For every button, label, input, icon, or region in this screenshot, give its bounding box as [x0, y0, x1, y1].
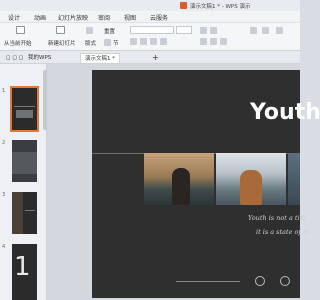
menu-bar: 设计 动画 幻灯片放映 审阅 视图 云服务	[0, 11, 300, 23]
align-left-icon[interactable]	[200, 38, 207, 45]
slide-bottom-rule	[176, 281, 240, 282]
italic-icon[interactable]	[140, 38, 147, 45]
menu-review[interactable]: 审阅	[98, 13, 110, 22]
section-icon[interactable]	[104, 39, 111, 46]
section-button[interactable]: 节	[113, 39, 119, 47]
font-name-field[interactable]	[130, 26, 174, 34]
slide-title: Youth	[250, 100, 320, 125]
new-slide-icon[interactable]	[56, 26, 65, 34]
slide-quote-line2: it is a state of m	[256, 228, 310, 236]
document-tab-bar: ◻ ◻ ◻ 我的WPS 演示文稿1 * +	[0, 51, 300, 64]
numbering-icon[interactable]	[210, 27, 217, 34]
layout-icon[interactable]	[86, 27, 93, 34]
slide-thumbnail-4[interactable]: 1	[12, 244, 37, 300]
align-center-icon[interactable]	[210, 38, 217, 45]
menu-cloud[interactable]: 云服务	[150, 13, 168, 22]
align-right-icon[interactable]	[220, 38, 227, 45]
menu-design[interactable]: 设计	[8, 13, 20, 22]
strikethrough-icon[interactable]	[160, 38, 167, 45]
text-direction-icon[interactable]	[250, 27, 257, 34]
person-backpack	[240, 170, 262, 205]
menu-slideshow[interactable]: 幻灯片放映	[58, 13, 88, 22]
bold-icon[interactable]	[130, 38, 137, 45]
thumb-line	[14, 106, 35, 107]
ribbon-toolbar: 从当前开始 新建幻灯片 版式 节 重置	[0, 23, 300, 51]
title-bar: 演示文稿1 * - WPS 演示	[0, 0, 300, 11]
headphones-icon	[255, 276, 265, 286]
slide-thumbnail-3[interactable]	[12, 192, 37, 234]
new-slide-button[interactable]: 新建幻灯片	[48, 39, 76, 47]
menu-view[interactable]: 视图	[124, 13, 136, 22]
line-spacing-icon[interactable]	[262, 27, 269, 34]
tab-document[interactable]: 演示文稿1 *	[80, 53, 120, 63]
tab-my-wps[interactable]: 我的WPS	[24, 53, 55, 63]
thumbnail-number: 1	[2, 88, 6, 94]
slide-thumbnail-1[interactable]	[10, 86, 39, 132]
slide-thumbnail-2[interactable]	[12, 140, 37, 182]
thumbnail-number: 4	[2, 244, 6, 250]
start-from-current-button[interactable]: 从当前开始	[4, 39, 32, 47]
slide-photo-3	[288, 153, 300, 205]
bullets-icon[interactable]	[200, 27, 207, 34]
wps-app-icon	[180, 2, 187, 9]
window-title: 演示文稿1 * - WPS 演示	[190, 4, 251, 10]
slide-quote-line1: Youth is not a tim	[248, 214, 306, 222]
owl-icon	[280, 276, 290, 286]
reset-button[interactable]: 重置	[104, 27, 115, 35]
thumbnail-number: 2	[2, 140, 6, 146]
thumb-photo	[12, 152, 37, 174]
font-size-field[interactable]	[176, 26, 192, 34]
underline-icon[interactable]	[150, 38, 157, 45]
thumb-line	[25, 210, 35, 211]
thumb-photo	[12, 192, 23, 234]
paragraph-icon[interactable]	[276, 27, 283, 34]
thumb-photo-strip	[16, 110, 33, 118]
slideshow-icon[interactable]	[16, 26, 25, 34]
person-silhouette	[172, 168, 190, 205]
layout-button[interactable]: 版式	[85, 39, 96, 47]
menu-animation[interactable]: 动画	[34, 13, 46, 22]
new-tab-button[interactable]: +	[148, 53, 163, 63]
thumbnail-number: 3	[2, 192, 6, 198]
thumb-big-number: 1	[14, 252, 31, 282]
